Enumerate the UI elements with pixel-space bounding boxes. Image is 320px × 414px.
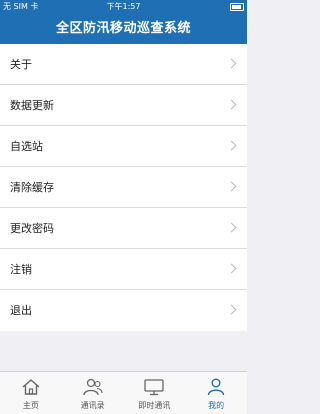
menu-item-change-password[interactable]: 更改密码 xyxy=(0,208,247,249)
tab-contacts[interactable]: 通讯录 xyxy=(62,372,124,414)
menu-item-exit[interactable]: 退出 xyxy=(0,290,247,331)
settings-menu: 关于 数据更新 自选站 清除缓存 更改密码 注销 退出 xyxy=(0,44,247,331)
tab-messaging[interactable]: 即时通讯 xyxy=(124,372,186,414)
tab-label: 主页 xyxy=(22,401,39,410)
menu-item-about[interactable]: 关于 xyxy=(0,44,247,85)
chevron-right-icon xyxy=(226,58,237,69)
menu-item-logout[interactable]: 注销 xyxy=(0,249,247,290)
menu-item-label: 更改密码 xyxy=(10,222,54,235)
menu-item-data-update[interactable]: 数据更新 xyxy=(0,85,247,126)
menu-item-clear-cache[interactable]: 清除缓存 xyxy=(0,167,247,208)
clock: 下午1:57 xyxy=(106,2,141,11)
chevron-right-icon xyxy=(226,222,237,233)
chevron-right-icon xyxy=(226,181,237,192)
menu-item-label: 自选站 xyxy=(10,140,43,153)
tab-profile[interactable]: 我的 xyxy=(185,372,247,414)
tab-bar: 主页 通讯录 即时通讯 我的 xyxy=(0,371,247,414)
menu-item-label: 退出 xyxy=(10,304,32,317)
menu-item-label: 关于 xyxy=(10,58,32,71)
status-bar: 无 SIM 卡 下午1:57 xyxy=(0,0,247,14)
chevron-right-icon xyxy=(226,304,237,315)
menu-item-label: 清除缓存 xyxy=(10,181,54,194)
chevron-right-icon xyxy=(226,99,237,110)
monitor-icon xyxy=(144,379,165,396)
tab-home[interactable]: 主页 xyxy=(0,372,62,414)
chevron-right-icon xyxy=(226,140,237,151)
menu-item-label: 数据更新 xyxy=(10,99,54,112)
menu-item-custom-stations[interactable]: 自选站 xyxy=(0,126,247,167)
menu-item-label: 注销 xyxy=(10,263,32,276)
app-header: 全区防汛移动巡查系统 xyxy=(0,14,247,44)
empty-area xyxy=(0,333,247,371)
tab-label: 通讯录 xyxy=(80,401,105,410)
chevron-right-icon xyxy=(226,263,237,274)
battery-icon xyxy=(230,3,244,11)
user-icon xyxy=(207,378,225,396)
tab-label: 即时通讯 xyxy=(138,401,171,410)
page-title: 全区防汛移动巡查系统 xyxy=(55,21,191,36)
home-icon xyxy=(22,379,40,395)
tab-label: 我的 xyxy=(208,401,225,410)
contacts-icon xyxy=(82,378,103,396)
